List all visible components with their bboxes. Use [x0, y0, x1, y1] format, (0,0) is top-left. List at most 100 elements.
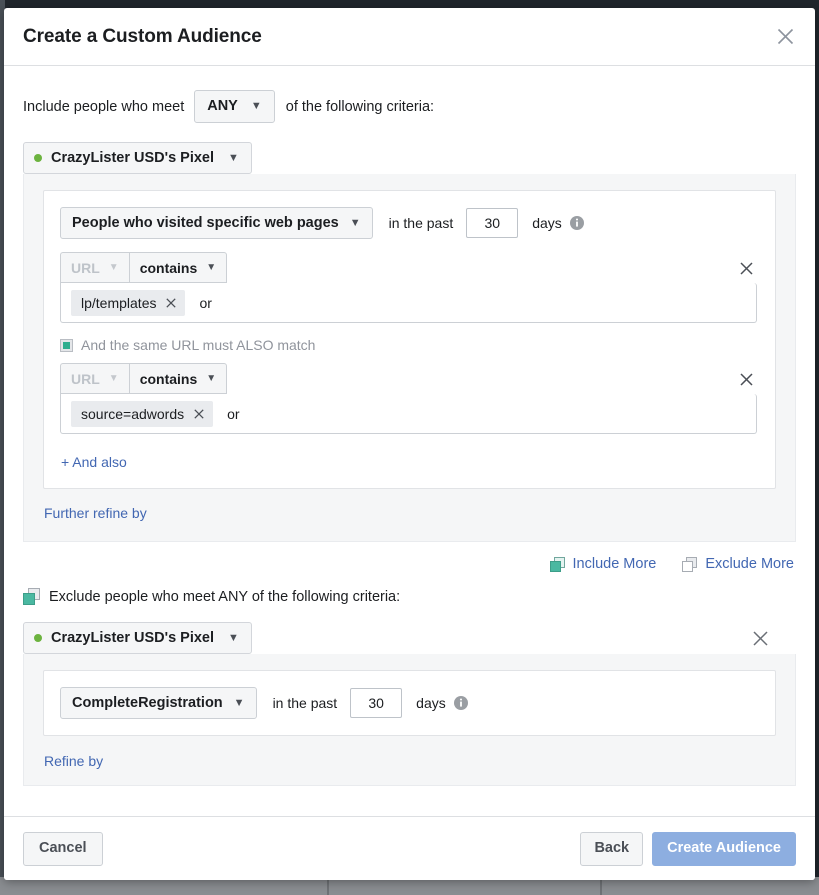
include-in-past-label: in the past	[389, 215, 454, 231]
overlapping-squares-gray-icon	[682, 557, 697, 572]
dialog-footer: Cancel Back Create Audience	[4, 816, 815, 880]
include-condition-2-operator-select[interactable]: contains ▼	[129, 363, 227, 394]
include-condition-2-remove-button[interactable]	[735, 368, 757, 390]
exclude-rule-card: CompleteRegistration ▼ in the past days	[43, 670, 776, 736]
include-condition-1-operator-value: contains	[140, 260, 198, 276]
include-condition-2-field-select[interactable]: URL ▼	[60, 363, 129, 394]
include-suffix-label: of the following criteria:	[286, 99, 434, 115]
overlapping-squares-teal-icon	[550, 557, 565, 572]
include-event-select[interactable]: People who visited specific web pages ▼	[60, 207, 373, 239]
include-days-label: days	[532, 215, 562, 231]
chevron-down-icon: ▼	[350, 218, 361, 229]
also-match-square-icon	[60, 339, 73, 352]
close-icon	[194, 409, 204, 419]
include-more-button[interactable]: Include More	[550, 556, 657, 572]
teal-square-icon	[60, 339, 73, 352]
exclude-in-past-label: in the past	[273, 695, 338, 711]
include-pixel-select[interactable]: CrazyLister USD's Pixel ▼	[23, 142, 252, 174]
include-also-match-label-row: And the same URL must ALSO match	[60, 337, 757, 353]
overlapping-squares-teal-icon	[23, 588, 40, 605]
close-icon	[740, 373, 753, 386]
include-condition-2-or-label: or	[227, 406, 239, 422]
include-pixel-row: CrazyLister USD's Pixel ▼	[23, 142, 796, 174]
include-condition-2: URL ▼ contains ▼	[60, 363, 757, 434]
include-also-match-text: And the same URL must ALSO match	[81, 337, 315, 353]
chevron-down-icon: ▼	[206, 263, 216, 273]
exclude-pixel-select[interactable]: CrazyLister USD's Pixel ▼	[23, 622, 252, 654]
pixel-status-dot-icon	[34, 154, 42, 162]
create-audience-button[interactable]: Create Audience	[652, 832, 796, 866]
dialog-title: Create a Custom Audience	[23, 26, 262, 48]
chevron-down-icon: ▼	[251, 101, 262, 112]
exclude-more-icon-wrap	[682, 557, 697, 572]
include-condition-1-operator-select[interactable]: contains ▼	[129, 252, 227, 283]
and-also-link[interactable]: + And also	[61, 454, 127, 470]
exclude-more-button[interactable]: Exclude More	[682, 556, 794, 572]
dialog-header: Create a Custom Audience	[4, 8, 815, 66]
include-condition-1-or-label: or	[199, 295, 211, 311]
include-prefix-label: Include people who meet	[23, 99, 184, 115]
chevron-down-icon: ▼	[109, 374, 119, 384]
include-condition-2-header: URL ▼ contains ▼	[60, 363, 757, 394]
close-dialog-button[interactable]	[771, 23, 799, 51]
exclude-section-remove-button[interactable]	[748, 626, 772, 650]
include-condition-2-operator-value: contains	[140, 371, 198, 387]
include-condition-2-value-field[interactable]: source=adwords or	[60, 394, 757, 434]
include-condition-2-field-value: URL	[71, 371, 100, 387]
exclude-retention-days-input[interactable]	[350, 688, 402, 718]
exclude-heading-icon-wrap	[23, 588, 40, 605]
info-icon	[570, 216, 584, 230]
include-operator-select[interactable]: ANY ▼	[194, 90, 275, 123]
include-pixel-name: CrazyLister USD's Pixel	[51, 150, 214, 166]
exclude-event-select[interactable]: CompleteRegistration ▼	[60, 687, 257, 719]
include-condition-1-field-select[interactable]: URL ▼	[60, 252, 129, 283]
chevron-down-icon: ▼	[234, 698, 245, 709]
include-more-label: Include More	[573, 556, 657, 572]
include-condition-1-field-value: URL	[71, 260, 100, 276]
close-icon	[777, 28, 794, 45]
chevron-down-icon: ▼	[206, 374, 216, 384]
include-condition-1-remove-button[interactable]	[735, 257, 757, 279]
exclude-rule-group: CompleteRegistration ▼ in the past days	[23, 654, 796, 786]
exclude-more-label: Exclude More	[705, 556, 794, 572]
exclude-pixel-name: CrazyLister USD's Pixel	[51, 630, 214, 646]
exclude-criteria-heading: Exclude people who meet ANY of the follo…	[23, 588, 796, 605]
include-condition-2-token-label: source=adwords	[81, 406, 184, 422]
refine-by-link[interactable]: Refine by	[44, 753, 103, 769]
include-operator-value: ANY	[207, 99, 238, 114]
chevron-down-icon: ▼	[228, 632, 239, 644]
exclude-days-label: days	[416, 695, 446, 711]
include-criteria-line: Include people who meet ANY ▼ of the fol…	[23, 90, 796, 123]
include-retention-days-input[interactable]	[466, 208, 518, 238]
include-rule-card: People who visited specific web pages ▼ …	[43, 190, 776, 489]
include-condition-1-token-remove-button[interactable]	[166, 298, 176, 308]
include-rule-header-row: People who visited specific web pages ▼ …	[60, 207, 757, 239]
footer-right-actions: Back Create Audience	[580, 832, 796, 866]
include-condition-1-token-label: lp/templates	[81, 295, 156, 311]
include-condition-1: URL ▼ contains ▼	[60, 252, 757, 323]
close-icon	[753, 631, 768, 646]
include-condition-1-value-field[interactable]: lp/templates or	[60, 283, 757, 323]
include-event-value: People who visited specific web pages	[72, 216, 339, 231]
back-button[interactable]: Back	[580, 832, 643, 866]
include-condition-2-token-remove-button[interactable]	[194, 409, 204, 419]
chevron-down-icon: ▼	[228, 152, 239, 164]
exclude-heading-text: Exclude people who meet ANY of the follo…	[49, 589, 400, 605]
include-exclude-more-bar: Include More Exclude More	[23, 556, 796, 572]
cancel-button[interactable]: Cancel	[23, 832, 103, 866]
include-condition-2-selects: URL ▼ contains ▼	[60, 363, 227, 394]
include-condition-1-header: URL ▼ contains ▼	[60, 252, 757, 283]
close-icon	[740, 262, 753, 275]
include-condition-2-token: source=adwords	[71, 401, 213, 427]
include-retention-info-icon[interactable]	[570, 216, 584, 230]
close-icon	[166, 298, 176, 308]
exclude-retention-info-icon[interactable]	[454, 696, 468, 710]
exclude-pixel-row: CrazyLister USD's Pixel ▼	[23, 622, 796, 654]
include-condition-1-selects: URL ▼ contains ▼	[60, 252, 227, 283]
create-custom-audience-dialog: Create a Custom Audience Include people …	[4, 8, 815, 880]
info-icon	[454, 696, 468, 710]
dialog-body: Include people who meet ANY ▼ of the fol…	[4, 66, 815, 816]
further-refine-by-link[interactable]: Further refine by	[44, 505, 147, 521]
include-rule-group: People who visited specific web pages ▼ …	[23, 174, 796, 542]
include-condition-1-token: lp/templates	[71, 290, 185, 316]
